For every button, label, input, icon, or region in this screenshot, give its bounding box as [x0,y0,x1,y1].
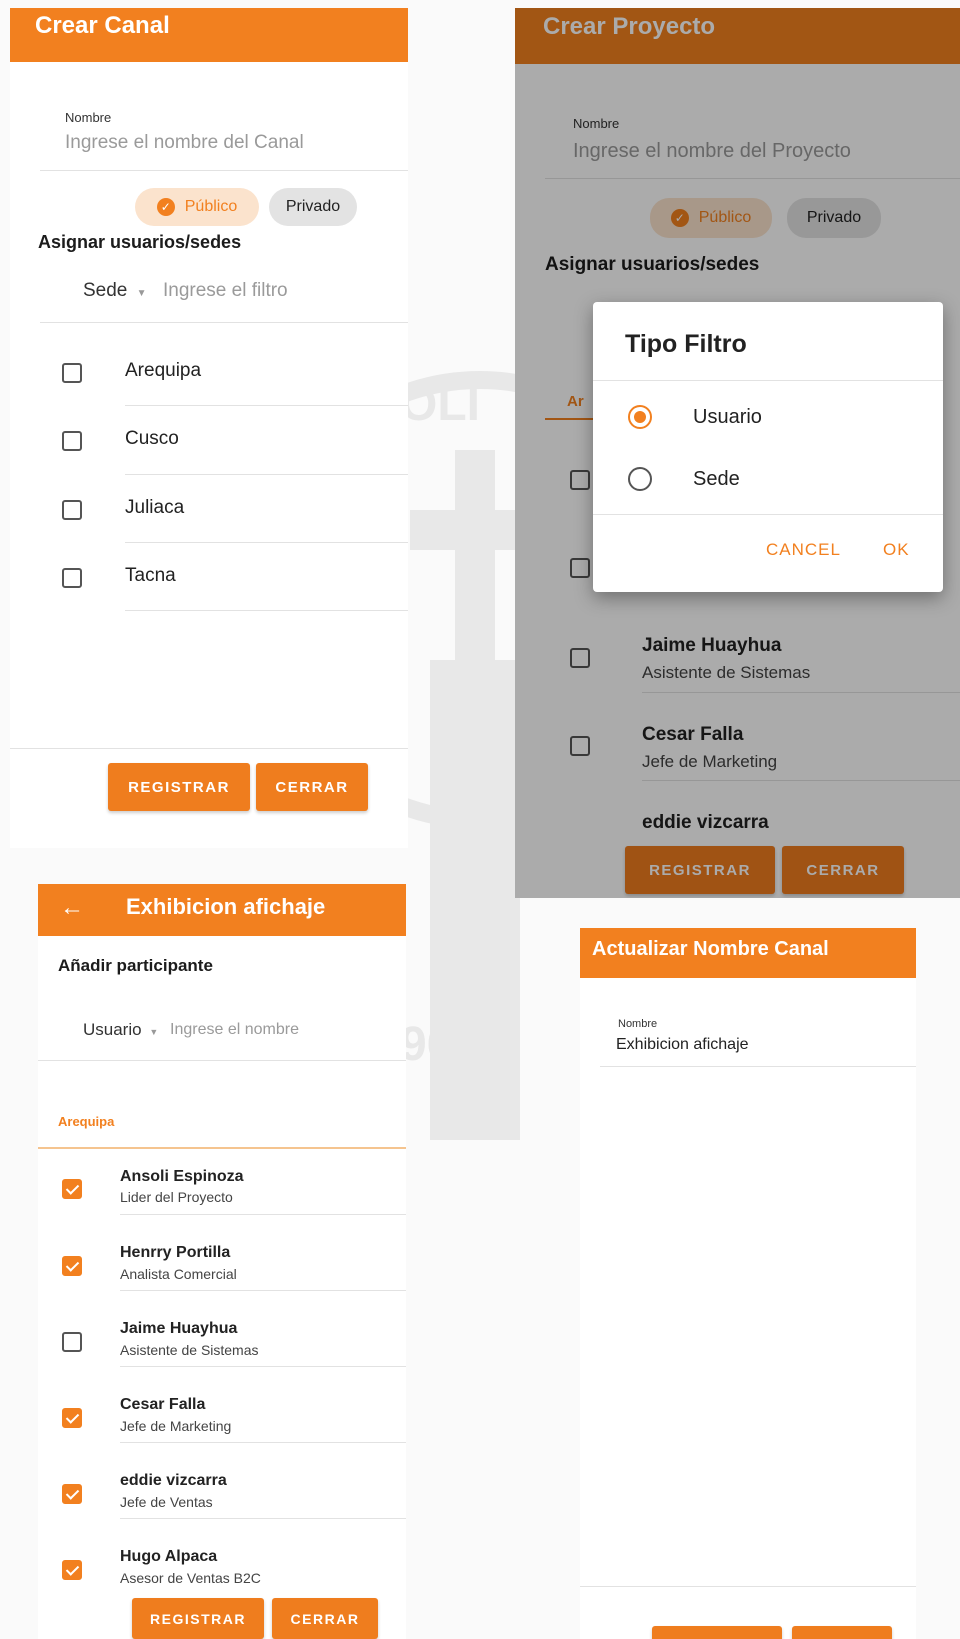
list-divider [125,542,408,543]
nombre-input[interactable]: Exhibicion afichaje [616,1036,749,1054]
filter-type-dropdown[interactable]: Sede ▼ [83,280,147,302]
crear-canal-screen: Crear Canal Nombre Ingrese el nombre del… [10,8,408,848]
exhibicion-title: Exhibicion afichaje [126,894,326,919]
participant-role: Analista Comercial [120,1266,237,1282]
checkbox-hugo[interactable] [62,1560,82,1580]
list-item-label: Juliaca [125,497,185,518]
list-divider [120,1290,406,1291]
checkbox-henrry[interactable] [62,1256,82,1276]
filter-input[interactable]: Ingrese el filtro [163,280,288,302]
participant-name: eddie vizcarra [120,1472,227,1489]
cerrar-button[interactable]: CERRAR [272,1598,378,1639]
filter-type-dropdown[interactable]: Usuario ▼ [83,1020,158,1040]
radio-usuario[interactable] [628,405,652,429]
check-circle-icon: ✓ [156,198,175,216]
dialog-title: Tipo Filtro [625,330,747,358]
asignar-section-title: Asignar usuarios/sedes [38,232,242,252]
group-label: Arequipa [58,1114,115,1129]
nombre-underline [600,1066,916,1067]
participant-name: Cesar Falla [120,1396,206,1413]
dropdown-arrow-icon: ▼ [149,1027,159,1037]
participant-role: Jefe de Ventas [120,1494,213,1510]
chip-privado[interactable]: Privado [269,188,357,226]
participant-name: Henrry Portilla [120,1244,231,1261]
checkbox-cesar[interactable] [62,1408,82,1428]
list-divider [120,1518,406,1519]
filter-underline [40,322,408,323]
arrow-left-icon[interactable]: ← [60,894,84,922]
checkbox-juliaca[interactable] [62,500,82,520]
chip-privado-label: Privado [285,198,341,215]
anadir-section-title: Añadir participante [58,956,213,975]
actualizar-canal-screen: Actualizar Nombre Canal Nombre Exhibicio… [580,928,916,1639]
checkbox-cusco[interactable] [62,431,82,451]
registrar-button[interactable]: REGISTRAR [108,763,250,811]
participant-name: Ansoli Espinoza [120,1168,244,1185]
participant-name: Hugo Alpaca [120,1548,218,1565]
dialog-cancel-button[interactable]: CANCEL [766,540,841,560]
footer-divider [580,1586,916,1587]
dialog-divider [593,514,943,515]
registrar-button[interactable]: REGISTRAR [132,1598,264,1639]
checkbox-jaime[interactable] [62,1332,82,1352]
actualizar-header: Actualizar Nombre Canal [580,928,916,978]
filter-input[interactable]: Ingrese el nombre [170,1021,299,1039]
list-divider [120,1214,406,1215]
crear-canal-title: Crear Canal [35,12,170,39]
filter-underline [38,1060,406,1061]
radio-sede-label: Sede [693,468,740,490]
tipo-filtro-dialog: Tipo Filtro Usuario Sede CANCEL OK [593,302,943,592]
participant-role: Jefe de Marketing [120,1418,232,1434]
watermark-text-bottom: 961 [400,1018,480,1071]
exhibicion-header: ← Exhibicion afichaje [38,884,406,936]
actualizar-title: Actualizar Nombre Canal [592,938,829,960]
checkbox-ansoli[interactable] [62,1179,82,1199]
exhibicion-screen: ← Exhibicion afichaje Añadir participant… [38,884,406,1639]
dialog-ok-button[interactable]: OK [883,540,910,560]
cerrar-button[interactable]: CERRAR [792,1626,892,1639]
nombre-underline [40,170,408,171]
checkbox-arequipa[interactable] [62,363,82,383]
cerrar-button[interactable]: CERRAR [256,763,368,811]
list-item-label: Tacna [125,565,176,586]
list-divider [120,1366,406,1367]
list-item-label: Arequipa [125,360,202,381]
chip-publico-label: Público [184,198,238,215]
checkbox-tacna[interactable] [62,568,82,588]
radio-option-sede[interactable]: Sede [593,454,943,504]
filter-type-value: Usuario [83,1020,142,1039]
nombre-label: Nombre [65,110,112,125]
participant-name: Jaime Huayhua [120,1320,238,1337]
list-divider [125,610,408,611]
footer-divider [10,748,408,749]
watermark-text-top: OLI [400,378,480,431]
actualizar-button[interactable]: ACTUALIZAR [652,1626,782,1639]
checkbox-eddie[interactable] [62,1484,82,1504]
list-divider [125,474,408,475]
list-divider [120,1442,406,1443]
group-underline [38,1147,406,1149]
nombre-label: Nombre [618,1018,658,1030]
list-item-label: Cusco [125,428,179,449]
list-divider [125,405,408,406]
dialog-divider [593,380,943,381]
filter-type-value: Sede [83,280,128,301]
radio-sede[interactable] [628,467,652,491]
participant-role: Asesor de Ventas B2C [120,1570,261,1586]
participant-role: Asistente de Sistemas [120,1342,259,1358]
chip-publico[interactable]: ✓ Público [135,188,259,226]
crear-canal-header: Crear Canal [10,8,408,62]
crear-proyecto-screen: Crear Proyecto Nombre Ingrese el nombre … [515,8,960,898]
participant-role: Lider del Proyecto [120,1189,233,1205]
radio-usuario-label: Usuario [693,406,762,428]
nombre-input[interactable]: Ingrese el nombre del Canal [65,132,304,154]
dropdown-arrow-icon: ▼ [136,288,147,299]
radio-option-usuario[interactable]: Usuario [593,392,943,442]
